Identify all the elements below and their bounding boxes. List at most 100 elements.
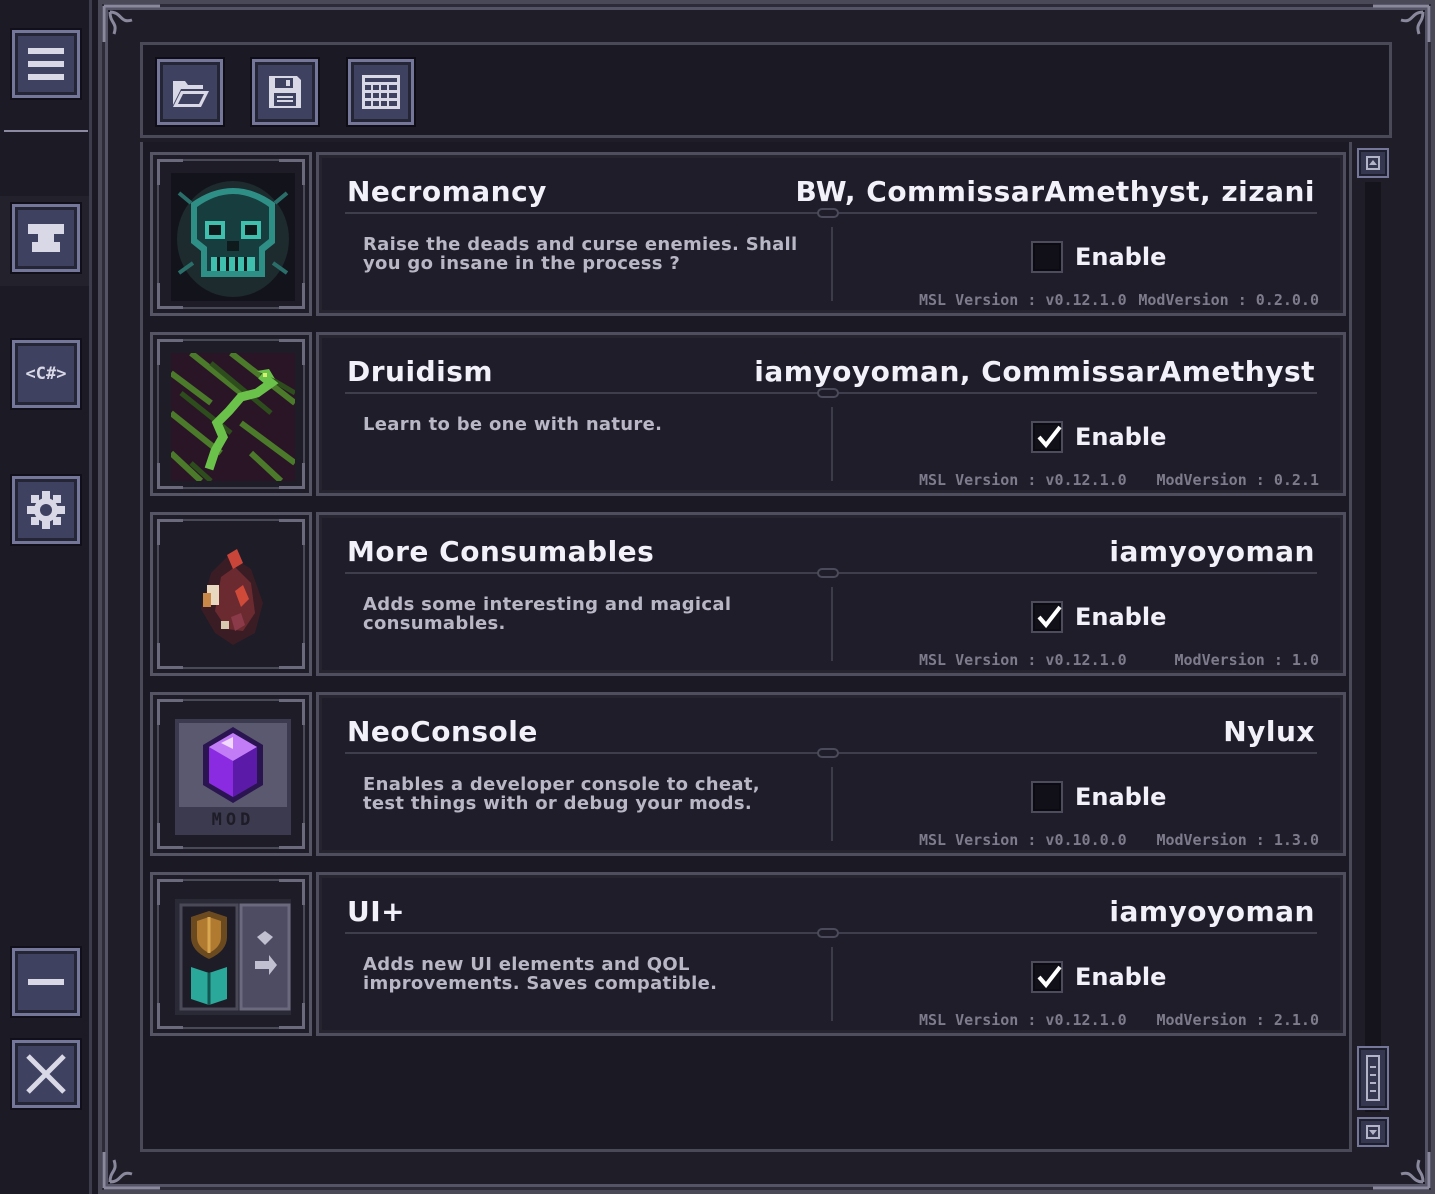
anvil-icon xyxy=(28,224,64,252)
msl-version: MSL Version : v0.12.1.0 xyxy=(919,471,1127,489)
title-divider xyxy=(345,208,1317,218)
anvil-button[interactable] xyxy=(12,204,80,272)
vertical-divider xyxy=(831,587,833,661)
floppy-save-icon xyxy=(269,76,301,108)
folder-open-icon xyxy=(173,81,209,107)
vertical-divider xyxy=(831,767,833,841)
mod-card: UI+ iamyoyoman Adds new UI elements and … xyxy=(316,872,1346,1036)
frame-ornament-icon xyxy=(1373,1152,1431,1190)
enable-toggle[interactable]: Enable xyxy=(1031,421,1166,453)
save-button[interactable] xyxy=(252,59,318,125)
gear-icon xyxy=(27,491,65,529)
grid-icon xyxy=(362,75,400,109)
mod-authors: BW, CommissarAmethyst, zizani xyxy=(795,175,1315,208)
scroll-down-button[interactable] xyxy=(1357,1117,1389,1147)
arrow-up-icon xyxy=(1366,156,1380,170)
minimize-icon xyxy=(28,979,64,985)
mod-card: Necromancy BW, CommissarAmethyst, zizani… xyxy=(316,152,1346,316)
mod-description: Raise the deads and curse enemies. Shall… xyxy=(363,234,798,274)
serpent-vine-icon xyxy=(171,353,295,481)
mod-description: Adds new UI elements and QOL improvement… xyxy=(363,954,718,994)
mod-name: Necromancy xyxy=(347,175,547,208)
mod-name: Druidism xyxy=(347,355,494,388)
msl-version: MSL Version : v0.12.1.0 xyxy=(919,1011,1127,1029)
scrollbar-track[interactable] xyxy=(1365,182,1381,1112)
shield-book-panel-icon xyxy=(175,899,291,1015)
mod-row: More Consumables iamyoyoman Adds some in… xyxy=(150,512,1346,676)
csharp-code-icon: <C#> xyxy=(25,364,67,384)
enable-toggle[interactable]: Enable xyxy=(1031,241,1166,273)
vertical-divider xyxy=(831,947,833,1021)
enable-checkbox[interactable] xyxy=(1031,421,1063,453)
mod-icon-frame xyxy=(150,332,312,496)
mod-card: More Consumables iamyoyoman Adds some in… xyxy=(316,512,1346,676)
mod-icon-frame xyxy=(150,872,312,1036)
mod-name: More Consumables xyxy=(347,535,655,568)
title-divider xyxy=(345,568,1317,578)
settings-button[interactable] xyxy=(12,476,80,544)
mod-description: Enables a developer console to cheat, te… xyxy=(363,774,760,814)
open-folder-button[interactable] xyxy=(157,59,223,125)
mod-card: Druidism iamyoyoman, CommissarAmethyst L… xyxy=(316,332,1346,496)
grid-view-button[interactable] xyxy=(348,59,414,125)
potion-pouch-icon xyxy=(171,533,295,661)
mod-version: ModVersion : 0.2.1 xyxy=(1156,471,1319,489)
mod-version: ModVersion : 1.0 xyxy=(1174,651,1320,669)
checkmark-icon xyxy=(1037,605,1062,629)
enable-checkbox[interactable] xyxy=(1031,241,1063,273)
enable-label: Enable xyxy=(1075,243,1167,271)
title-divider xyxy=(345,388,1317,398)
mod-icon-frame xyxy=(150,512,312,676)
checkmark-icon xyxy=(1037,425,1062,449)
mod-description: Learn to be one with nature. xyxy=(363,414,663,435)
vertical-divider xyxy=(831,407,833,481)
vertical-divider xyxy=(831,227,833,301)
mod-icon-frame: MOD xyxy=(150,692,312,856)
mod-icon-frame xyxy=(150,152,312,316)
close-icon xyxy=(26,1054,66,1094)
enable-label: Enable xyxy=(1075,603,1167,631)
mod-row: MOD NeoConsole Nylux Enables a developer… xyxy=(150,692,1346,856)
grip-icon xyxy=(1366,1055,1380,1101)
mod-authors: iamyoyoman xyxy=(1109,535,1315,568)
enable-label: Enable xyxy=(1075,783,1167,811)
mod-name: UI+ xyxy=(347,895,406,928)
skull-icon xyxy=(171,173,295,301)
purple-gem-mod-icon: MOD xyxy=(175,719,291,835)
mod-authors: Nylux xyxy=(1223,715,1315,748)
minimize-button[interactable] xyxy=(12,948,80,1016)
hamburger-menu-icon xyxy=(28,48,64,80)
enable-checkbox[interactable] xyxy=(1031,961,1063,993)
menu-button[interactable] xyxy=(12,30,80,98)
mod-row: Necromancy BW, CommissarAmethyst, zizani… xyxy=(150,152,1346,316)
title-divider xyxy=(345,928,1317,938)
mod-icon-text: MOD xyxy=(212,810,255,830)
enable-toggle[interactable]: Enable xyxy=(1031,781,1166,813)
checkmark-icon xyxy=(1037,965,1062,989)
mod-row: UI+ iamyoyoman Adds new UI elements and … xyxy=(150,872,1346,1036)
mod-card: NeoConsole Nylux Enables a developer con… xyxy=(316,692,1346,856)
frame-ornament-icon xyxy=(1373,4,1431,42)
arrow-down-icon xyxy=(1366,1125,1380,1139)
msl-version: MSL Version : v0.10.0.0 xyxy=(919,831,1127,849)
csharp-button[interactable]: <C#> xyxy=(12,340,80,408)
enable-checkbox[interactable] xyxy=(1031,781,1063,813)
mod-authors: iamyoyoman xyxy=(1109,895,1315,928)
mod-description: Adds some interesting and magical consum… xyxy=(363,594,732,634)
close-button[interactable] xyxy=(12,1040,80,1108)
enable-toggle[interactable]: Enable xyxy=(1031,601,1166,633)
enable-toggle[interactable]: Enable xyxy=(1031,961,1166,993)
mod-row: Druidism iamyoyoman, CommissarAmethyst L… xyxy=(150,332,1346,496)
frame-ornament-icon xyxy=(102,4,160,42)
mod-name: NeoConsole xyxy=(347,715,538,748)
toolbar xyxy=(140,42,1392,138)
msl-version: MSL Version : v0.12.1.0 xyxy=(919,291,1127,309)
enable-checkbox[interactable] xyxy=(1031,601,1063,633)
sidebar: <C#> xyxy=(0,0,92,1194)
scrollbar-thumb[interactable] xyxy=(1357,1046,1389,1110)
msl-version: MSL Version : v0.12.1.0 xyxy=(919,651,1127,669)
mod-version: ModVersion : 1.3.0 xyxy=(1156,831,1319,849)
mod-version: ModVersion : 2.1.0 xyxy=(1156,1011,1319,1029)
mod-version: ModVersion : 0.2.0.0 xyxy=(1138,291,1319,309)
scroll-up-button[interactable] xyxy=(1357,148,1389,178)
